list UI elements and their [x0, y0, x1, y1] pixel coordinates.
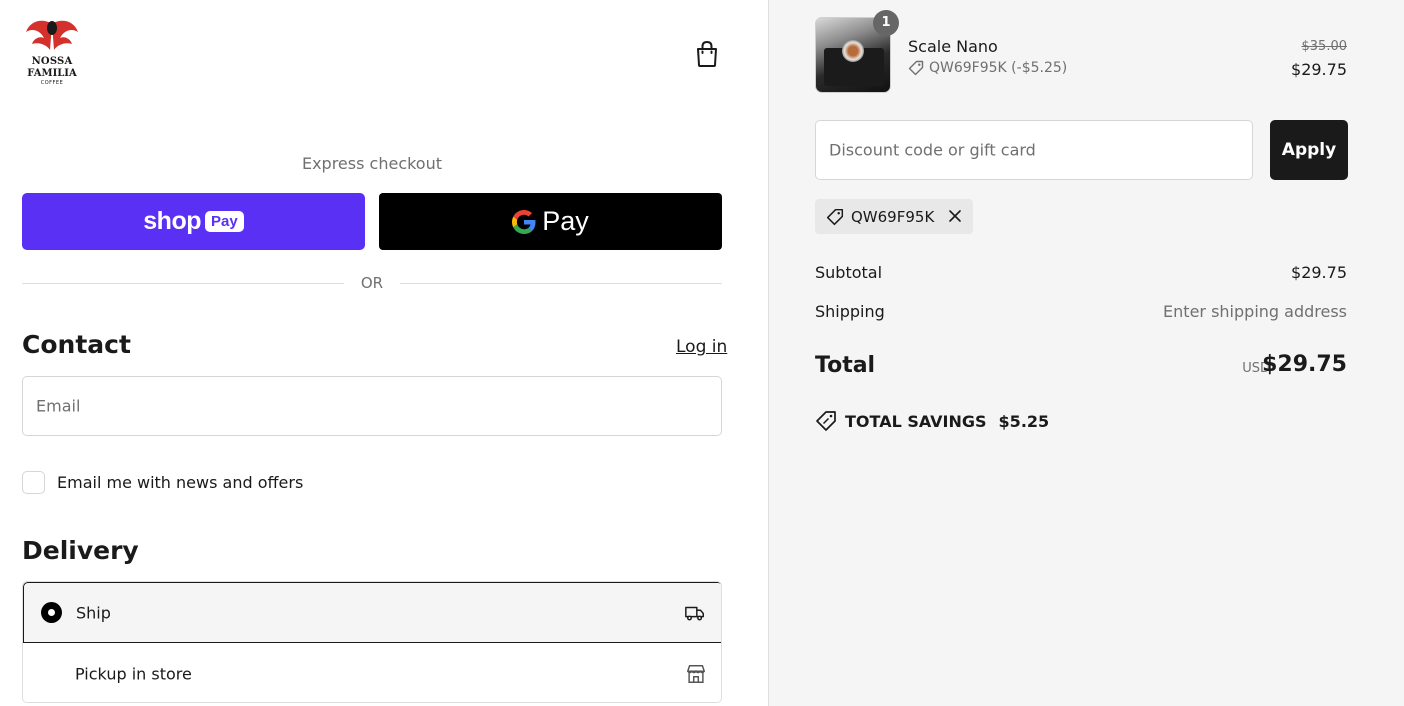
delivery-option-ship[interactable]: Ship	[23, 582, 721, 643]
savings-value: $5.25	[998, 411, 1050, 431]
shopping-bag-icon[interactable]	[694, 40, 720, 68]
delivery-options: Ship Pickup in store	[22, 581, 722, 703]
news-offers-checkbox[interactable]	[22, 471, 45, 494]
applied-code-label: QW69F95K	[851, 207, 935, 226]
logo-text: NOSSA	[31, 56, 73, 67]
google-pay-button[interactable]: Pay	[379, 193, 722, 250]
discount-placeholder: Discount code or gift card	[829, 140, 1036, 160]
item-price: $29.75	[1291, 60, 1347, 79]
shop-pay-tag: Pay	[205, 211, 244, 232]
subtotal-value: $29.75	[1291, 263, 1347, 282]
email-field[interactable]: Email	[22, 376, 722, 436]
truck-icon	[685, 606, 704, 621]
delivery-option-pickup[interactable]: Pickup in store	[23, 643, 721, 702]
contact-heading: Contact	[22, 330, 131, 359]
original-price: $35.00	[1301, 39, 1348, 54]
delivery-heading: Delivery	[22, 536, 139, 565]
subtotal-label: Subtotal	[815, 263, 883, 282]
shipping-label: Shipping	[815, 302, 885, 321]
express-checkout-title: Express checkout	[301, 154, 443, 173]
apply-button[interactable]: Apply	[1270, 120, 1348, 180]
radio-selected[interactable]	[41, 602, 62, 623]
shop-pay-button[interactable]: shop Pay	[22, 193, 365, 250]
tag-icon	[908, 60, 924, 76]
savings-tag-icon	[816, 411, 836, 431]
brand-logo[interactable]: NOSSA FAMILIA COFFEE	[22, 16, 82, 90]
remove-code-icon[interactable]	[946, 207, 964, 225]
google-pay-wordmark: Pay	[542, 206, 589, 236]
or-divider-label: OR	[360, 274, 384, 292]
shop-pay-wordmark: shop	[143, 207, 201, 235]
shipping-value: Enter shipping address	[1163, 302, 1347, 321]
applied-code-chip: QW69F95K	[815, 199, 973, 234]
tag-icon	[826, 208, 844, 225]
checkout-form-panel: NOSSA FAMILIA COFFEE Express checkout sh…	[0, 0, 768, 706]
logo-subtext: COFFEE	[40, 80, 64, 86]
total-savings: TOTAL SAVINGS $5.25	[815, 410, 1049, 432]
roaster-bird-logo-icon	[26, 20, 78, 50]
store-icon	[687, 664, 705, 683]
discount-code-field[interactable]: Discount code or gift card	[815, 120, 1253, 180]
total-value: $29.75	[1262, 352, 1347, 377]
email-placeholder: Email	[36, 396, 81, 416]
delivery-option-label: Pickup in store	[75, 664, 192, 683]
quantity-badge: 1	[873, 10, 899, 36]
total-label: Total	[815, 353, 876, 378]
product-image-cup	[842, 40, 864, 62]
product-name: Scale Nano	[908, 37, 998, 56]
order-summary-panel: 1 Scale Nano QW69F95K (-$5.25) $35.00 $2…	[768, 0, 1404, 706]
google-g-icon	[512, 209, 536, 234]
news-offers-label[interactable]: Email me with news and offers	[57, 473, 303, 492]
login-link[interactable]: Log in	[676, 337, 727, 357]
product-discount-code: QW69F95K (-$5.25)	[929, 60, 1068, 76]
product-discount: QW69F95K (-$5.25)	[908, 60, 1067, 76]
savings-label: TOTAL SAVINGS	[845, 411, 987, 431]
delivery-option-label: Ship	[76, 603, 111, 622]
logo-text: FAMILIA	[27, 68, 77, 79]
